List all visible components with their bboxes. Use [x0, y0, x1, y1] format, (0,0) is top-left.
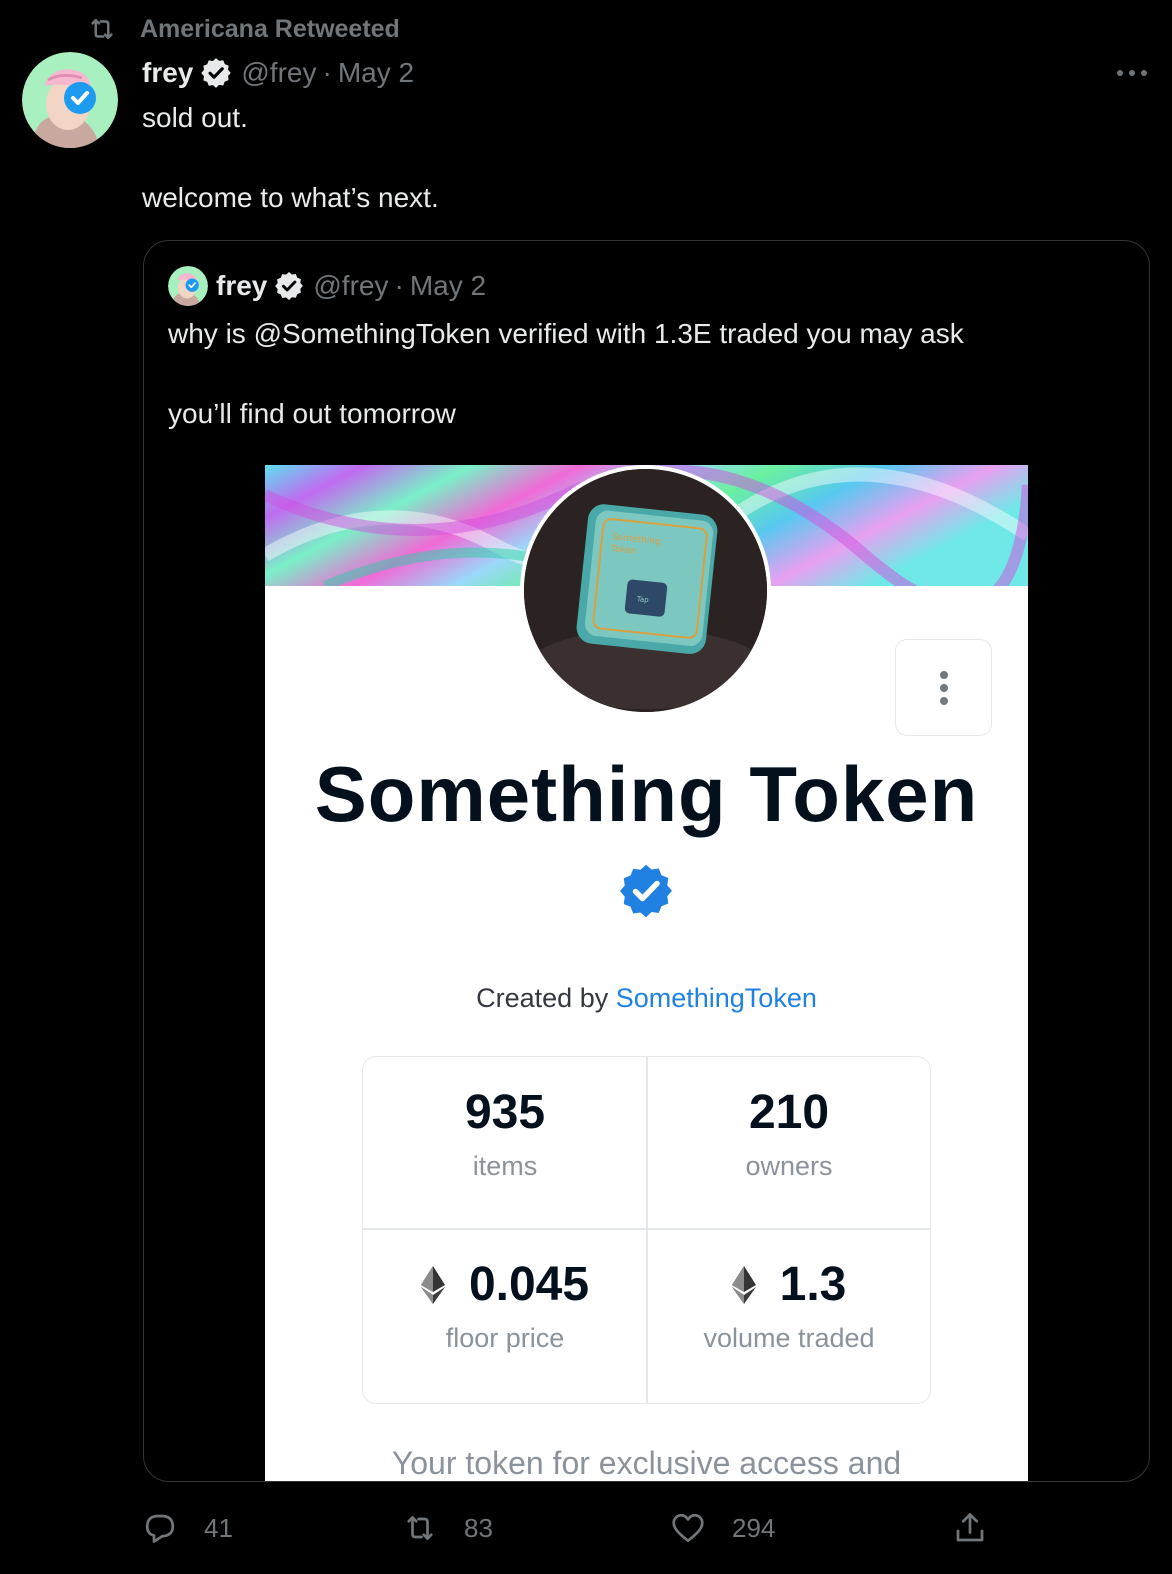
verified-badge-icon: [620, 864, 672, 918]
stat-label: volume traded: [703, 1323, 875, 1353]
reply-count: 41: [204, 1512, 233, 1543]
author-name[interactable]: frey: [142, 57, 193, 89]
retweet-icon: [91, 19, 113, 39]
like-count: 294: [732, 1512, 776, 1543]
tweet-actions: 41 83 294: [0, 1506, 1172, 1550]
stat-value: 210: [748, 1086, 830, 1139]
collection-stats: 935 items 210 owners 0.045 floor price 1…: [362, 1056, 931, 1404]
token-device-image: Something Token Tap: [524, 469, 767, 712]
ethereum-icon: [731, 1265, 756, 1304]
ethereum-icon: [420, 1265, 445, 1304]
tweet-date[interactable]: May 2: [338, 57, 414, 89]
stat-items[interactable]: 935 items: [363, 1057, 647, 1229]
collection-menu-button[interactable]: [895, 639, 992, 736]
stat-label: items: [472, 1151, 538, 1181]
share-icon: [956, 1513, 984, 1542]
retweet-label: Americana Retweeted: [140, 14, 400, 43]
creator-link[interactable]: SomethingToken: [616, 983, 817, 1013]
verified-badge-icon: [201, 58, 232, 88]
tweet-line: welcome to what’s next.: [142, 182, 439, 213]
avatar-illustration: [168, 266, 208, 306]
device-label: Tap: [635, 595, 649, 604]
author-handle[interactable]: @frey: [241, 57, 316, 89]
more-options-icon[interactable]: [1114, 66, 1150, 80]
collection-title: Something Token: [314, 750, 979, 838]
stat-value: 935: [464, 1086, 546, 1139]
stat-floor-price[interactable]: 0.045 floor price: [363, 1229, 647, 1401]
stat-value: 0.045: [468, 1258, 590, 1311]
retweet-count: 83: [464, 1512, 493, 1543]
avatar-illustration: [22, 52, 118, 148]
tweet-header: frey @frey · May 2: [142, 54, 414, 92]
heart-icon: [672, 1513, 704, 1543]
verified-badge-icon: [275, 272, 304, 300]
share-button[interactable]: [952, 1506, 1014, 1550]
reply-button[interactable]: 41: [142, 1506, 233, 1550]
collection-avatar: Something Token Tap: [520, 465, 771, 716]
header-separator: ·: [394, 270, 404, 301]
collection-description: Your token for exclusive access and: [391, 1445, 902, 1481]
created-by: Created by SomethingToken: [265, 983, 1028, 1014]
retweet-button[interactable]: 83: [402, 1506, 493, 1550]
header-separator: ·: [322, 57, 332, 88]
quote-avatar[interactable]: [168, 266, 208, 306]
retweet-context[interactable]: Americana Retweeted: [84, 12, 400, 46]
stat-label: owners: [745, 1151, 833, 1181]
quote-author-handle[interactable]: @frey: [313, 270, 388, 302]
quote-line: why is @SomethingToken verified with 1.3…: [168, 318, 964, 349]
quote-body: why is @SomethingToken verified with 1.3…: [168, 314, 1128, 434]
stat-volume-traded[interactable]: 1.3 volume traded: [647, 1229, 931, 1401]
quote-date[interactable]: May 2: [410, 270, 486, 302]
tweet-line: sold out.: [142, 102, 248, 133]
kebab-menu-icon: [939, 670, 948, 705]
quote-line: you’ll find out tomorrow: [168, 398, 456, 429]
stat-label: floor price: [445, 1323, 565, 1353]
quote-header: frey @frey · May 2: [216, 267, 486, 305]
retweet-icon: [407, 1516, 433, 1540]
tweet-body: sold out. welcome to what’s next.: [142, 98, 1132, 218]
quote-author-name[interactable]: frey: [216, 270, 267, 302]
stat-owners[interactable]: 210 owners: [647, 1057, 931, 1229]
avatar[interactable]: [22, 52, 118, 148]
stat-value: 1.3: [779, 1258, 847, 1311]
like-button[interactable]: 294: [670, 1506, 775, 1550]
created-prefix: Created by: [476, 983, 616, 1013]
quote-media-image[interactable]: Something Token Tap Something Token Crea…: [265, 465, 1028, 1481]
reply-icon: [145, 1514, 175, 1543]
